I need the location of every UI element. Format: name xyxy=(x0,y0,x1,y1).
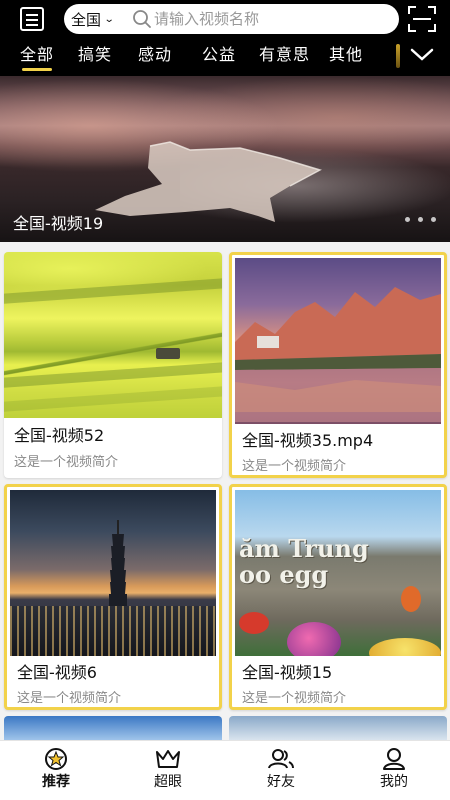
video-title: 全国-视频15 xyxy=(242,663,333,682)
nav-profile[interactable]: 我的 xyxy=(338,741,450,800)
tab-other[interactable]: 其他 xyxy=(329,38,363,72)
friends-icon xyxy=(268,749,294,769)
chevron-down-icon xyxy=(410,48,434,61)
crown-icon xyxy=(156,750,180,768)
bottom-navigation: 推荐 超眼 好友 我的 xyxy=(0,740,450,800)
video-card-partial[interactable] xyxy=(4,716,222,740)
chevron-down-icon: ⌄ xyxy=(103,13,115,25)
tab-touching[interactable]: 感动 xyxy=(138,38,172,72)
video-thumbnail xyxy=(235,258,441,424)
video-thumbnail xyxy=(4,252,222,418)
mountain-graphic xyxy=(235,287,441,422)
rock-sign-text: ăm Trung oo egg xyxy=(239,534,369,589)
nav-super-eye[interactable]: 超眼 xyxy=(112,741,224,800)
video-title: 全国-视频52 xyxy=(14,426,105,445)
tab-all[interactable]: 全部 xyxy=(20,38,54,72)
city-lights xyxy=(10,606,216,656)
featured-banner[interactable]: 全国-视频19 xyxy=(0,76,450,242)
nav-friends[interactable]: 好友 xyxy=(225,741,337,800)
nav-recommend[interactable]: 推荐 xyxy=(0,741,112,800)
more-tabs-button[interactable] xyxy=(396,42,450,70)
video-title: 全国-视频6 xyxy=(17,663,97,682)
video-description: 这是一个视频简介 xyxy=(14,455,119,470)
banner-ice-shape xyxy=(95,141,322,222)
banner-caption: 全国-视频19 xyxy=(13,214,104,233)
video-card[interactable]: 全国-视频52 这是一个视频简介 xyxy=(4,252,222,478)
nav-label: 我的 xyxy=(380,774,408,790)
indicator-dot xyxy=(418,217,423,222)
search-icon xyxy=(133,10,151,28)
video-thumbnail: ăm Trung oo egg xyxy=(235,490,441,656)
nav-label: 推荐 xyxy=(42,774,70,790)
category-tabs: 全部 搞笑 感动 公益 有意思 其他 xyxy=(0,38,450,76)
menu-icon[interactable] xyxy=(20,7,44,31)
tab-funny[interactable]: 搞笑 xyxy=(78,38,112,72)
video-card-partial[interactable] xyxy=(229,716,447,740)
tab-interesting[interactable]: 有意思 xyxy=(259,38,310,72)
nav-label: 好友 xyxy=(267,774,295,790)
indicator-dot xyxy=(405,217,410,222)
video-description: 这是一个视频简介 xyxy=(242,459,347,474)
video-title: 全国-视频35.mp4 xyxy=(242,431,374,450)
truck-graphic xyxy=(156,348,180,359)
region-label: 全国 xyxy=(71,10,102,29)
tab-charity[interactable]: 公益 xyxy=(202,38,236,72)
search-input[interactable] xyxy=(154,4,389,34)
star-badge-icon xyxy=(45,748,67,770)
tab-divider xyxy=(396,44,400,68)
video-thumbnail xyxy=(10,490,216,656)
profile-icon xyxy=(383,748,405,770)
scan-icon[interactable] xyxy=(408,6,436,32)
nav-label: 超眼 xyxy=(154,774,182,790)
region-selector[interactable]: 全国 ⌄ xyxy=(71,4,115,34)
video-card[interactable]: ăm Trung oo egg 全国-视频15 这是一个视频简介 xyxy=(229,484,447,710)
indicator-dot xyxy=(431,217,436,222)
video-card[interactable]: 全国-视频35.mp4 这是一个视频简介 xyxy=(229,252,447,478)
video-card[interactable]: 全国-视频6 这是一个视频简介 xyxy=(4,484,222,710)
top-header: 全国 ⌄ 全部 搞笑 感动 公益 有意思 其他 xyxy=(0,0,450,76)
video-description: 这是一个视频简介 xyxy=(17,691,122,706)
video-description: 这是一个视频简介 xyxy=(242,691,347,706)
search-bar: 全国 ⌄ xyxy=(64,4,399,34)
banner-page-indicator xyxy=(405,217,436,222)
